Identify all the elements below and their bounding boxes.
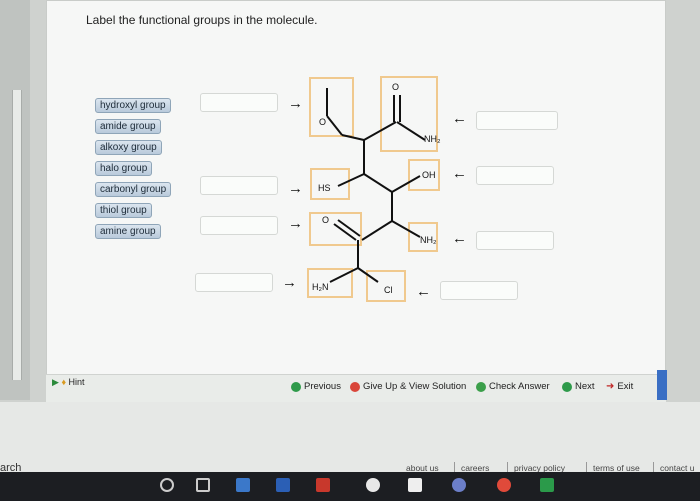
check-icon <box>476 381 486 392</box>
arrow-left-2: ← <box>452 165 467 182</box>
atom-h2n: H₂N <box>312 282 329 292</box>
word-icon[interactable] <box>276 478 290 492</box>
chrome-icon[interactable] <box>497 478 511 492</box>
give-up-label: Give Up & View Solution <box>363 381 467 392</box>
task-view-icon[interactable] <box>196 478 210 492</box>
arrow-right-1: → <box>288 95 303 112</box>
vertical-scrollbar[interactable] <box>657 370 667 400</box>
exit-button[interactable]: ➜ Exit <box>606 381 633 392</box>
play-icon: ▶ <box>52 377 59 387</box>
atom-o-left: O <box>319 117 327 127</box>
previous-label: Previous <box>304 381 341 392</box>
exit-icon: ➜ <box>606 381 615 392</box>
previous-icon <box>291 381 301 392</box>
next-icon <box>562 381 572 392</box>
atom-hs: HS <box>318 183 331 193</box>
atom-nh2-mid: NH₂ <box>420 235 437 245</box>
atom-o-mid: O <box>322 215 330 225</box>
exit-label: Exit <box>617 381 634 392</box>
file-explorer-icon[interactable] <box>236 478 250 492</box>
arrow-right-4: → <box>282 274 297 291</box>
atom-o-top: O <box>392 82 400 92</box>
cancel-icon <box>350 381 360 392</box>
hint-icon: ♦ <box>61 377 67 387</box>
hint-button[interactable]: ▶ ♦ Hint <box>52 377 85 388</box>
next-button[interactable]: Next <box>562 381 595 392</box>
arrow-left-4: ← <box>416 283 431 300</box>
arrow-left-1: ← <box>452 110 467 127</box>
atom-nh2-top: NH₂ <box>424 134 441 144</box>
microphone-icon[interactable] <box>160 478 174 492</box>
excel-icon[interactable] <box>540 478 554 492</box>
arrow-left-3: ← <box>452 230 467 247</box>
arrow-right-2: → <box>288 180 303 197</box>
previous-button[interactable]: Previous <box>291 381 341 392</box>
check-answer-button[interactable]: Check Answer <box>476 381 550 392</box>
next-label: Next <box>575 381 595 392</box>
app-icon-red[interactable] <box>316 478 330 492</box>
arrow-right-3: → <box>288 215 303 232</box>
taskbar <box>0 472 700 501</box>
profile-icon[interactable] <box>452 478 466 492</box>
hint-label: Hint <box>68 377 85 387</box>
mail-icon[interactable] <box>408 478 422 492</box>
give-up-button[interactable]: Give Up & View Solution <box>350 381 466 392</box>
atom-oh: OH <box>422 170 436 180</box>
check-answer-label: Check Answer <box>489 381 550 392</box>
search-app-icon[interactable] <box>366 478 380 492</box>
atom-cl: Cl <box>384 285 393 295</box>
